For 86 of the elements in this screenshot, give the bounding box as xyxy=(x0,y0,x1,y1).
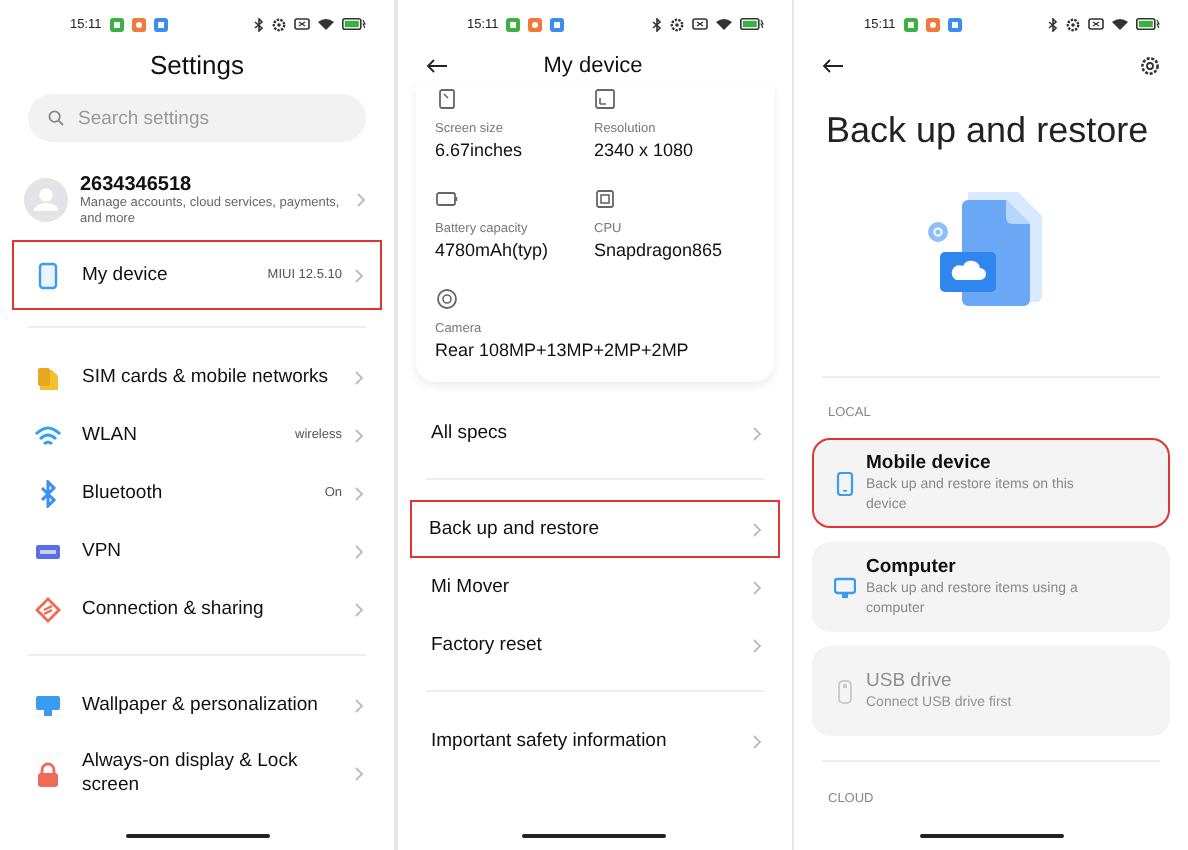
chevron-icon xyxy=(354,697,364,713)
notification-icon xyxy=(131,17,146,31)
item-label: Bluetooth xyxy=(82,481,165,505)
chevron-icon xyxy=(354,543,364,559)
wifi-icon xyxy=(1112,18,1128,30)
battery-icon xyxy=(435,188,457,210)
notification-icon xyxy=(109,17,124,31)
gear-icon xyxy=(272,17,286,31)
phone-icon xyxy=(435,88,457,110)
wifi-icon xyxy=(715,18,731,30)
chevron-icon xyxy=(354,601,364,617)
page-title: Back up and restore xyxy=(826,108,1151,152)
chevron-icon xyxy=(751,425,761,441)
notification-icon xyxy=(903,17,918,31)
battery-icon xyxy=(342,18,366,30)
spec-value: Snapdragon865 xyxy=(594,238,723,262)
chevron-icon xyxy=(751,637,761,653)
chevron-icon xyxy=(354,485,364,501)
option-title: Mobile device xyxy=(866,451,993,475)
screen-title: My device xyxy=(541,54,645,78)
usb-drive-icon xyxy=(834,679,856,703)
item-label: VPN xyxy=(82,539,124,563)
card-icon xyxy=(691,18,707,30)
settings-icon[interactable] xyxy=(1140,56,1160,76)
notification-icon xyxy=(947,17,962,31)
option-title: Computer xyxy=(866,555,958,579)
card-icon xyxy=(1088,18,1104,30)
notification-icon xyxy=(528,17,543,31)
bluetooth-icon xyxy=(651,17,661,31)
search-field[interactable]: Search settings xyxy=(28,94,366,142)
spec-value: 2340 x 1080 xyxy=(594,138,694,162)
notification-icon xyxy=(550,17,565,31)
phone-icon xyxy=(34,261,62,289)
gear-icon xyxy=(1066,17,1080,31)
camera-icon xyxy=(435,288,457,310)
bluetooth-icon xyxy=(254,17,264,31)
spec-value: 4780mAh(typ) xyxy=(435,238,549,262)
search-icon xyxy=(48,110,64,126)
chevron-icon xyxy=(356,192,366,208)
spec-value: 6.67inches xyxy=(435,138,523,162)
chevron-icon xyxy=(354,369,364,385)
resolution-icon xyxy=(594,88,616,110)
wifi-icon xyxy=(34,421,62,449)
item-label: Mi Mover xyxy=(431,575,512,599)
chevron-icon xyxy=(751,579,761,595)
wifi-icon xyxy=(318,18,334,30)
chip-icon xyxy=(594,188,616,210)
gear-icon xyxy=(669,17,683,31)
lock-icon xyxy=(34,760,62,788)
chevron-icon xyxy=(751,521,761,537)
item-label: WLAN xyxy=(82,423,139,447)
phone-icon xyxy=(834,471,856,495)
bluetooth-icon xyxy=(1048,17,1058,31)
item-label: Important safety information xyxy=(431,729,669,753)
home-indicator[interactable] xyxy=(125,833,269,838)
item-label: Wallpaper & personalization xyxy=(82,693,320,717)
battery-icon xyxy=(739,18,763,30)
chevron-icon xyxy=(354,766,364,782)
monitor-icon xyxy=(834,575,856,599)
card-icon xyxy=(294,18,310,30)
notification-icon xyxy=(925,17,940,31)
sim-card-icon xyxy=(34,363,62,391)
item-label: Factory reset xyxy=(431,633,544,657)
monitor-icon xyxy=(34,691,62,719)
option-title: USB drive xyxy=(866,669,954,693)
menu-item[interactable]: Back up and restore xyxy=(409,500,779,558)
back-arrow-icon[interactable] xyxy=(425,58,447,74)
item-label: My device xyxy=(82,263,170,287)
spec-value: Rear 108MP+13MP+2MP+2MP xyxy=(435,338,689,362)
battery-icon xyxy=(1136,18,1160,30)
chevron-icon xyxy=(354,427,364,443)
item-label: Connection & sharing xyxy=(82,597,266,621)
back-arrow-icon[interactable] xyxy=(822,58,844,74)
connection-icon xyxy=(34,595,62,623)
notification-icon xyxy=(506,17,521,31)
notification-icon xyxy=(153,17,168,31)
item-label: SIM cards & mobile networks xyxy=(82,365,331,389)
item-label: Always-on display & Lock screen xyxy=(82,750,300,798)
item-label: Back up and restore xyxy=(429,517,602,541)
home-indicator[interactable] xyxy=(919,833,1063,838)
chevron-icon xyxy=(751,733,761,749)
item-label: All specs xyxy=(431,421,510,445)
account-id: 2634346518 xyxy=(80,173,194,195)
chevron-icon xyxy=(354,267,364,283)
screen-title: Settings xyxy=(150,48,244,84)
home-indicator[interactable] xyxy=(522,833,666,838)
